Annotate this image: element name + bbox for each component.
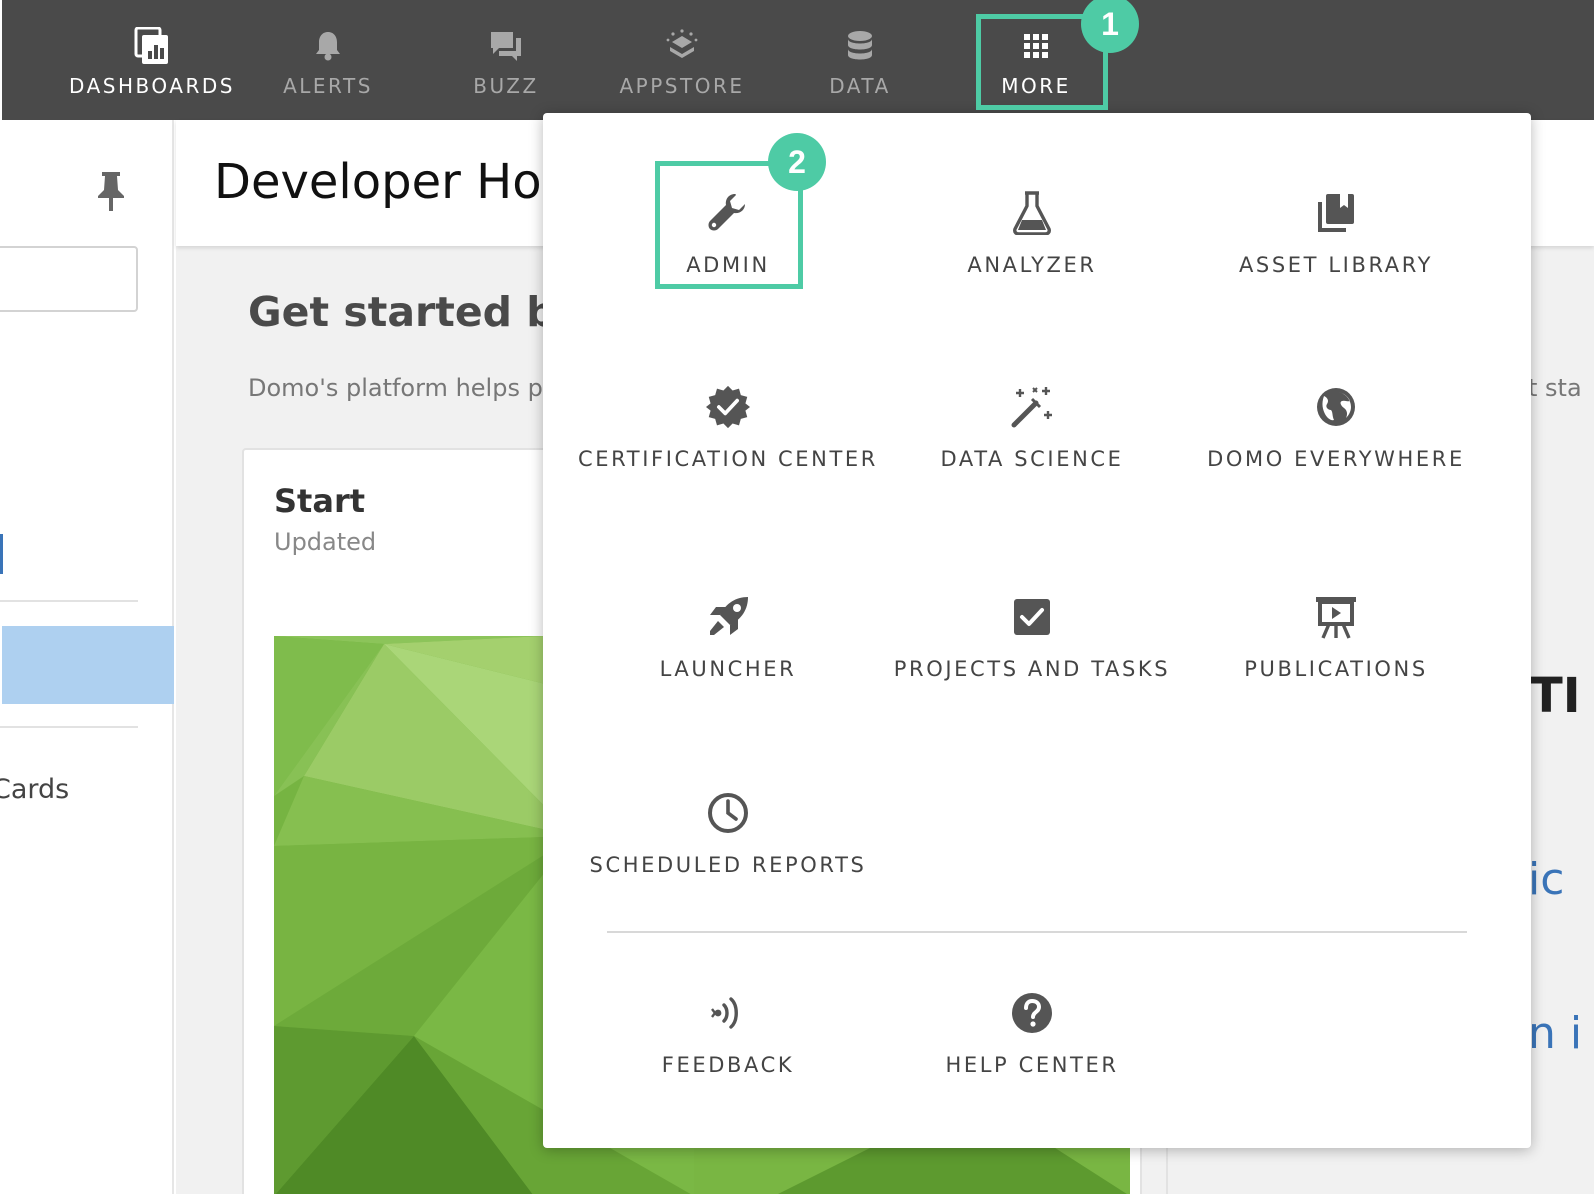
menu-item-domo-everywhere[interactable]: DOMO EVERYWHERE <box>1186 385 1486 535</box>
menu-item-domo-everywhere-label: DOMO EVERYWHERE <box>1207 447 1465 471</box>
menu-item-help-center-label: HELP CENTER <box>945 1053 1119 1077</box>
database-icon <box>840 26 880 66</box>
nav-dashboards[interactable]: DASHBOARDS <box>62 0 242 120</box>
rocket-icon <box>706 595 750 639</box>
nav-data[interactable]: DATA <box>790 0 930 120</box>
sidebar-search-input[interactable] <box>0 246 138 312</box>
nav-buzz-label: BUZZ <box>473 74 539 98</box>
menu-item-publications-label: PUBLICATIONS <box>1244 657 1428 681</box>
menu-item-feedback-label: FEEDBACK <box>661 1053 795 1077</box>
menu-item-launcher-label: LAUNCHER <box>659 657 797 681</box>
menu-item-data-science[interactable]: DATA SCIENCE <box>882 385 1182 535</box>
certified-badge-icon <box>706 385 750 429</box>
right-panel-link-fragment[interactable]: n i <box>1528 1008 1582 1059</box>
menu-divider <box>607 931 1467 933</box>
chat-icon <box>486 26 526 66</box>
sidebar-item-selected[interactable] <box>2 626 174 704</box>
feedback-icon <box>706 991 750 1035</box>
checkbox-icon <box>1010 595 1054 639</box>
magic-wand-icon <box>1010 385 1054 429</box>
nav-alerts-label: ALERTS <box>283 74 373 98</box>
appstore-icon <box>662 26 702 66</box>
nav-data-label: DATA <box>829 74 891 98</box>
menu-item-asset-library[interactable]: ASSET LIBRARY <box>1186 191 1486 341</box>
divider <box>0 726 138 728</box>
help-icon <box>1010 991 1054 1035</box>
menu-item-launcher[interactable]: LAUNCHER <box>578 595 878 745</box>
hero-subtitle-fragment: t sta <box>1528 374 1582 402</box>
right-panel-link-fragment[interactable]: ic <box>1528 854 1564 905</box>
pin-icon[interactable] <box>96 170 126 216</box>
flask-icon <box>1010 191 1054 235</box>
menu-item-certification-center-label: CERTIFICATION CENTER <box>578 447 878 471</box>
menu-item-projects-and-tasks[interactable]: PROJECTS AND TASKS <box>882 595 1182 745</box>
menu-item-certification-center[interactable]: CERTIFICATION CENTER <box>578 385 878 535</box>
start-card-title: Start <box>274 482 366 520</box>
menu-item-publications[interactable]: PUBLICATIONS <box>1186 595 1486 745</box>
bell-icon <box>308 26 348 66</box>
presentation-icon <box>1314 595 1358 639</box>
clock-icon <box>706 791 750 835</box>
nav-appstore[interactable]: APPSTORE <box>602 0 762 120</box>
more-menu-dropdown: ADMIN ANALYZER ASSET LIBRARY CERTIFICATI… <box>543 113 1531 1148</box>
hero-subtitle: Domo's platform helps peo <box>248 374 573 402</box>
menu-item-asset-library-label: ASSET LIBRARY <box>1238 253 1434 277</box>
left-sidebar: Cards <box>0 120 174 1194</box>
nav-buzz[interactable]: BUZZ <box>436 0 576 120</box>
globe-icon <box>1314 385 1358 429</box>
right-panel-title-fragment: TI <box>1530 668 1581 724</box>
menu-item-analyzer-label: ANALYZER <box>967 253 1097 277</box>
nav-alerts[interactable]: ALERTS <box>258 0 398 120</box>
nav-appstore-label: APPSTORE <box>619 74 745 98</box>
library-icon <box>1314 191 1358 235</box>
menu-item-scheduled-reports-label: SCHEDULED REPORTS <box>589 853 867 877</box>
divider <box>0 600 138 602</box>
menu-item-projects-and-tasks-label: PROJECTS AND TASKS <box>893 657 1171 681</box>
dashboards-icon <box>132 26 172 66</box>
menu-item-help-center[interactable]: HELP CENTER <box>882 991 1182 1141</box>
menu-item-feedback[interactable]: FEEDBACK <box>578 991 878 1141</box>
menu-item-scheduled-reports[interactable]: SCHEDULED REPORTS <box>578 791 878 941</box>
start-card-subtitle: Updated <box>274 528 377 556</box>
sidebar-link-marker <box>0 534 3 574</box>
top-navigation-bar: DASHBOARDS ALERTS BUZZ APPSTORE DATA MOR… <box>2 0 1594 120</box>
page-title: Developer Hom <box>214 154 589 210</box>
step-badge-2: 2 <box>768 133 826 191</box>
sidebar-item-cards[interactable]: Cards <box>0 774 69 805</box>
menu-item-data-science-label: DATA SCIENCE <box>940 447 1124 471</box>
menu-item-analyzer[interactable]: ANALYZER <box>882 191 1182 341</box>
nav-dashboards-label: DASHBOARDS <box>69 74 235 98</box>
